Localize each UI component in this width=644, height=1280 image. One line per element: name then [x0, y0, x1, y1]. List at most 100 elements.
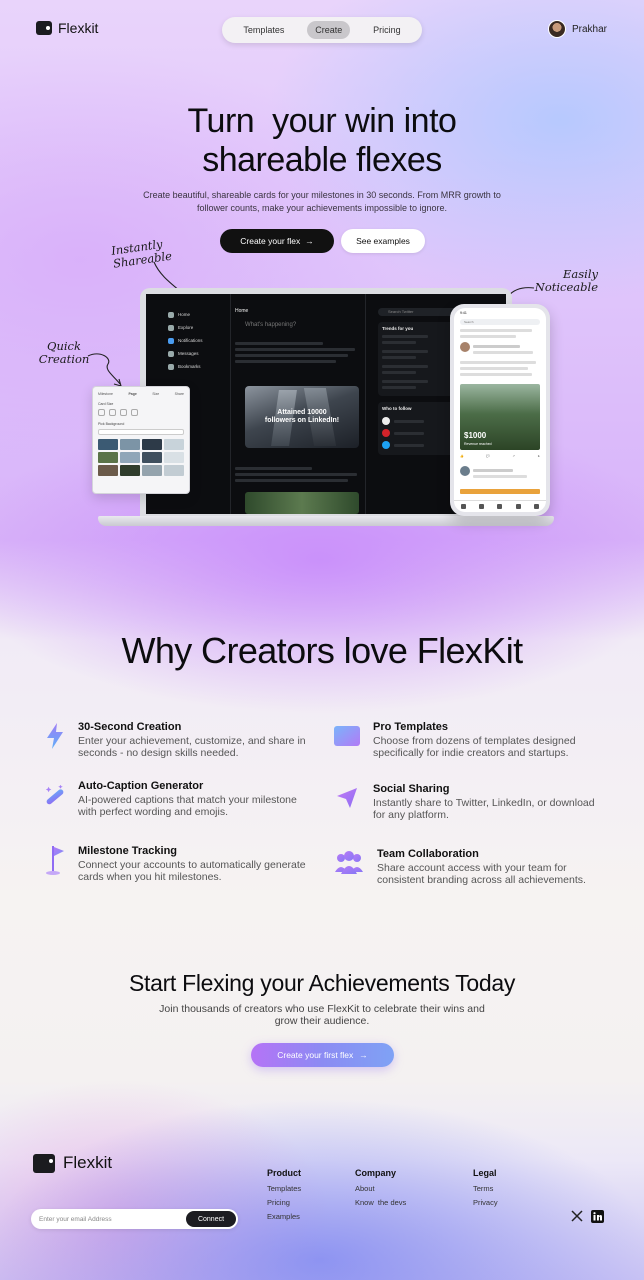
panel-tab: Size [152, 392, 160, 396]
phone-bottom-nav [454, 500, 546, 512]
twitter-nav-item: Notifications [168, 334, 228, 347]
feature-title: Auto-Caption Generator [78, 780, 204, 792]
flex-card-text: Attained 10000 followers on LinkedIn! [264, 409, 340, 424]
nav-templates[interactable]: Templates [235, 21, 292, 39]
feature-social-sharing: Social Sharing Instantly share to Twitte… [333, 783, 603, 821]
lightning-icon [44, 721, 66, 751]
templates-icon [333, 721, 361, 751]
team-icon [333, 848, 365, 878]
arrow-annotation-icon [87, 353, 122, 387]
feature-desc: AI-powered captions that match your mile… [78, 794, 297, 818]
twitter-nav-item: Bookmarks [168, 360, 228, 373]
cta-title: Start Flexing your Achievements Today [128, 970, 516, 996]
panel-tab: Page [128, 392, 137, 396]
tweet-image [245, 492, 359, 514]
linkedin-icon[interactable] [590, 1209, 604, 1223]
post-amount: $1000 [464, 431, 487, 440]
cta-subtitle: Join thousands of creators who use FlexK… [159, 1003, 485, 1027]
feature-milestone-tracking: Milestone Tracking Connect your accounts… [44, 845, 314, 883]
phone-status-bar: 9:41 [460, 311, 467, 315]
twitter-nav-item: Messages [168, 347, 228, 360]
footer-link-about[interactable]: About [355, 1184, 406, 1193]
brand-logo[interactable]: Flexkit [36, 20, 98, 36]
annotation-quick-creation: Quick Creation [38, 339, 90, 366]
footer-link-terms[interactable]: Terms [473, 1184, 498, 1193]
footer-link-privacy[interactable]: Privacy [473, 1198, 498, 1207]
post-actions: 👍 💬 ↗ ➤ [460, 454, 540, 458]
twitter-nav-item: Explore [168, 321, 228, 334]
mail-icon [168, 350, 174, 357]
size-options [98, 409, 184, 416]
background-grid [98, 439, 184, 476]
feature-desc: Choose from dozens of templates designed… [373, 735, 576, 759]
nav-create[interactable]: Create [307, 21, 351, 39]
feature-title: Team Collaboration [377, 848, 479, 860]
feature-desc: Share account access with your team for … [377, 862, 586, 886]
feature-title: Milestone Tracking [78, 845, 178, 857]
magic-wand-icon [44, 780, 66, 810]
feature-title: 30-Second Creation [78, 721, 182, 733]
panel-tabs: Milestone Page Size Share [98, 392, 184, 396]
post-caption: Revenue reached [464, 442, 492, 446]
brand-name: Flexkit [58, 20, 99, 36]
footer-column-title: Legal [473, 1168, 497, 1178]
nav-pricing[interactable]: Pricing [365, 21, 409, 39]
annotation-easily-noticeable: Easily Noticeable [534, 267, 598, 294]
wallet-logo-icon [36, 21, 52, 35]
user-menu[interactable]: Prakhar [548, 20, 607, 38]
home-icon [168, 311, 174, 318]
arrow-right-icon: → [359, 1050, 368, 1060]
footer-column-product: Product Templates Pricing Examples [267, 1168, 301, 1226]
twitter-home-title: Home [235, 308, 249, 314]
footer-column-title: Product [267, 1168, 302, 1178]
footer-logo[interactable]: Flexkit [33, 1153, 112, 1173]
creation-panel-mockup: Milestone Page Size Share Card Size Pick… [92, 386, 190, 494]
phone-mockup: 9:41 Search $1000 Revenue reached 👍 💬 ↗ ➤ [450, 304, 550, 516]
panel-select [98, 429, 184, 435]
footer-link-pricing[interactable]: Pricing [267, 1198, 301, 1207]
flex-card-image: Attained 10000 followers on LinkedIn! [245, 386, 359, 448]
footer-link-examples[interactable]: Examples [267, 1212, 301, 1221]
panel-tab: Milestone [98, 392, 113, 396]
avatar [548, 20, 566, 38]
linkedin-next-post [460, 466, 540, 494]
bookmark-icon [168, 363, 174, 370]
linkedin-screenshot: 9:41 Search $1000 Revenue reached 👍 💬 ↗ ➤ [454, 308, 546, 512]
footer-brand-name: Flexkit [63, 1153, 113, 1172]
feature-desc: Instantly share to Twitter, LinkedIn, or… [373, 797, 595, 821]
see-examples-button[interactable]: See examples [341, 229, 425, 253]
wallet-logo-icon [33, 1153, 55, 1173]
footer-link-know-devs[interactable]: Know the devs [355, 1198, 406, 1207]
create-flex-button[interactable]: Create your flex → [220, 229, 334, 253]
linkedin-search: Search [460, 319, 540, 325]
twitter-nav-label: Explore [178, 325, 194, 330]
twitter-nav-label: Notifications [178, 338, 203, 343]
flag-icon [44, 845, 66, 875]
email-input[interactable] [39, 1209, 179, 1229]
cta-button-label: Create your first flex [277, 1050, 354, 1060]
newsletter-form: Connect [31, 1209, 238, 1229]
feature-pro-templates: Pro Templates Choose from dozens of temp… [333, 721, 603, 759]
twitter-tweet [235, 464, 363, 485]
twitter-nav-label: Messages [178, 351, 199, 356]
twitter-compose: What's happening? [245, 322, 297, 328]
connect-button[interactable]: Connect [186, 1211, 236, 1227]
top-nav: Templates Create Pricing [222, 17, 422, 43]
twitter-nav-item: Home [168, 308, 228, 321]
twitter-tweet [235, 342, 361, 363]
feature-desc: Enter your achievement, customize, and s… [78, 735, 306, 759]
explore-icon [168, 324, 174, 331]
x-twitter-icon[interactable] [570, 1209, 584, 1223]
feature-title: Social Sharing [373, 783, 450, 795]
footer-link-templates[interactable]: Templates [267, 1184, 301, 1193]
feature-title: Pro Templates [373, 721, 448, 733]
twitter-feed: Home What's happening? Attained 10000 fo… [230, 294, 366, 514]
linkedin-post-image: $1000 Revenue reached [460, 384, 540, 450]
create-first-flex-button[interactable]: Create your first flex → [251, 1043, 394, 1067]
twitter-sidebar: Home Explore Notifications Messages Book… [168, 308, 228, 373]
hero-title-line1: Turn your win into [187, 102, 457, 140]
footer-column-legal: Legal Terms Privacy [473, 1168, 498, 1212]
create-flex-label: Create your flex [240, 236, 301, 246]
user-name: Prakhar [572, 23, 608, 35]
panel-label: Pick Background [98, 422, 125, 426]
